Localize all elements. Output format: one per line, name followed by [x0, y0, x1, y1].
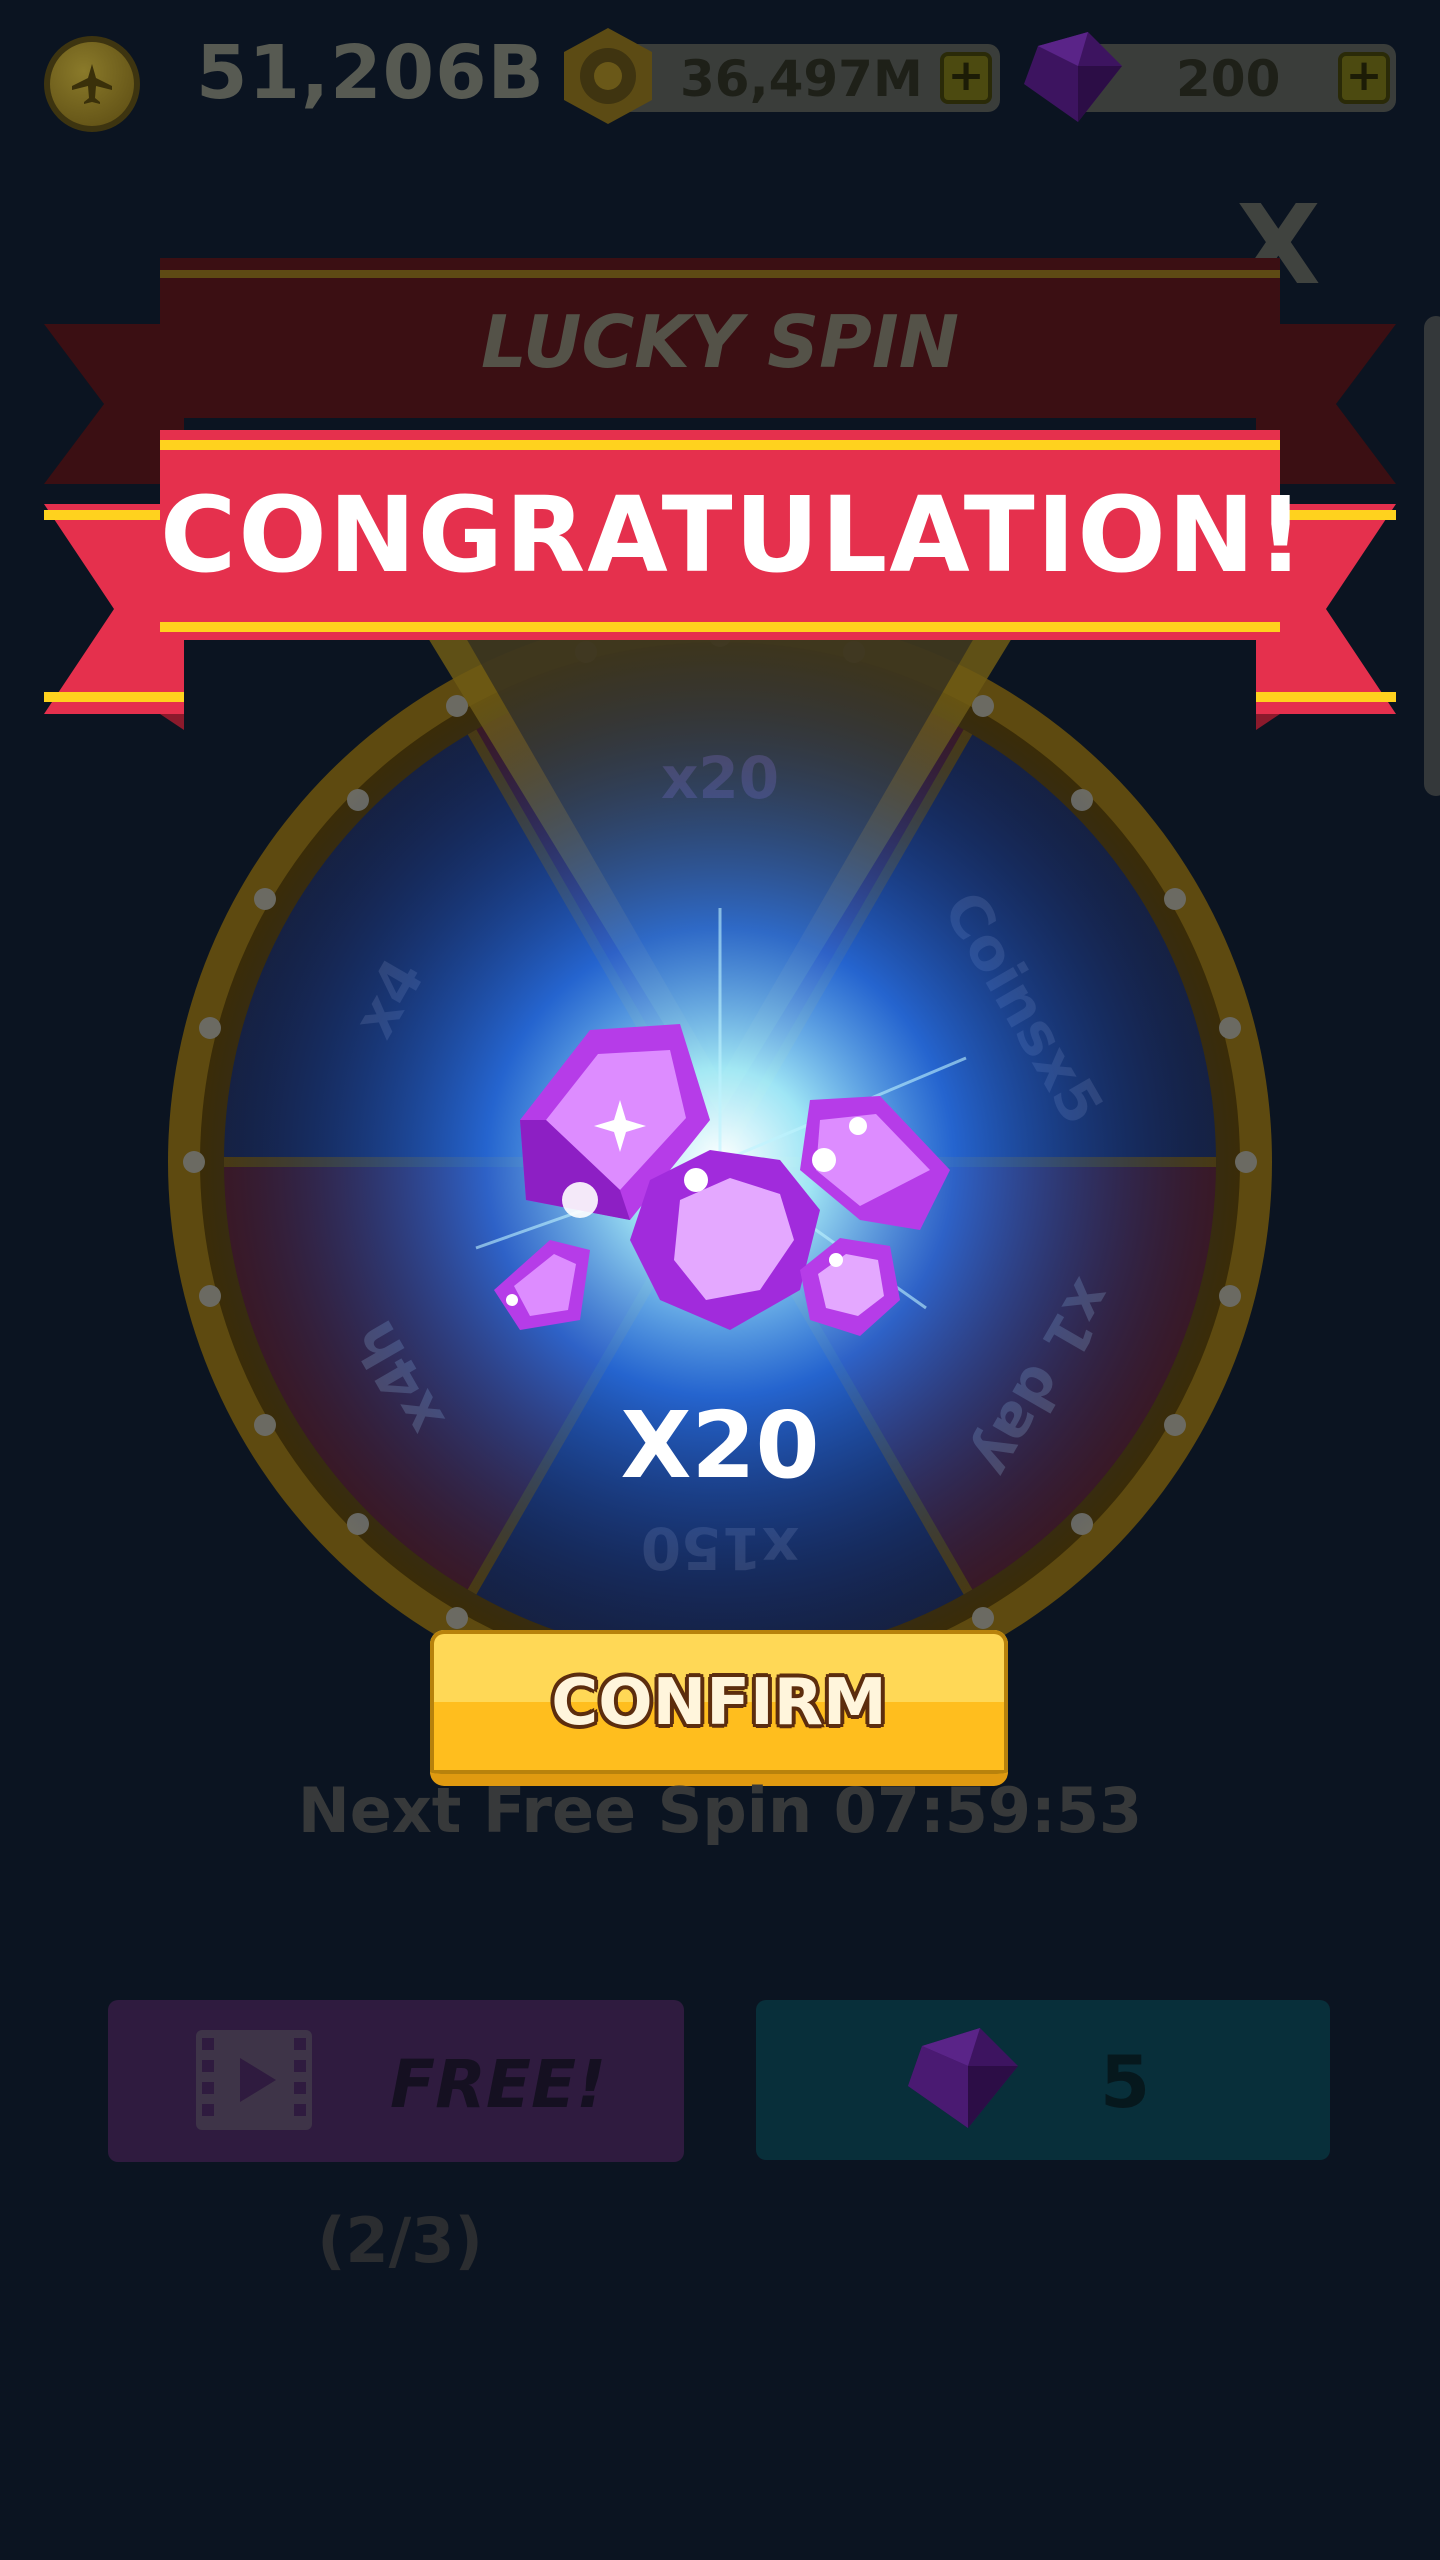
next-free-spin-timer: Next Free Spin 07:59:53 [297, 1774, 1143, 1847]
ribbon-stripe [160, 270, 1280, 278]
banner-stripe [160, 440, 1280, 450]
free-button-label[interactable]: FREE! [390, 2046, 606, 2123]
gem-balance: 200 [1176, 50, 1281, 108]
banner-text: CONGRATULATION! [160, 474, 1307, 596]
token-icon [564, 28, 652, 124]
add-tokens-button[interactable]: + [940, 52, 992, 104]
confirm-label[interactable]: CONFIRM [430, 1666, 1008, 1740]
gem-icon [908, 2028, 1018, 2128]
side-scroll-handle[interactable] [1424, 316, 1440, 796]
gem-spin-button[interactable] [756, 2000, 1330, 2160]
free-spins-remaining: (2/3) [317, 2204, 483, 2277]
gems-prize-icon [494, 1024, 950, 1336]
airplane-coin-icon [44, 36, 140, 132]
prize-amount: X20 [620, 1392, 820, 1499]
page-title: LUCKY SPIN [481, 300, 959, 384]
banner-stripe [160, 622, 1280, 632]
gem-cost[interactable]: 5 [1100, 2040, 1150, 2124]
coin-balance: 51,206B [196, 30, 545, 116]
add-gems-button[interactable]: + [1338, 52, 1390, 104]
gem-icon [1024, 32, 1122, 122]
token-balance: 36,497M [680, 50, 923, 108]
video-icon [196, 2030, 312, 2130]
currency-bar: 51,206B 36,497M + 200 + [0, 0, 1440, 160]
